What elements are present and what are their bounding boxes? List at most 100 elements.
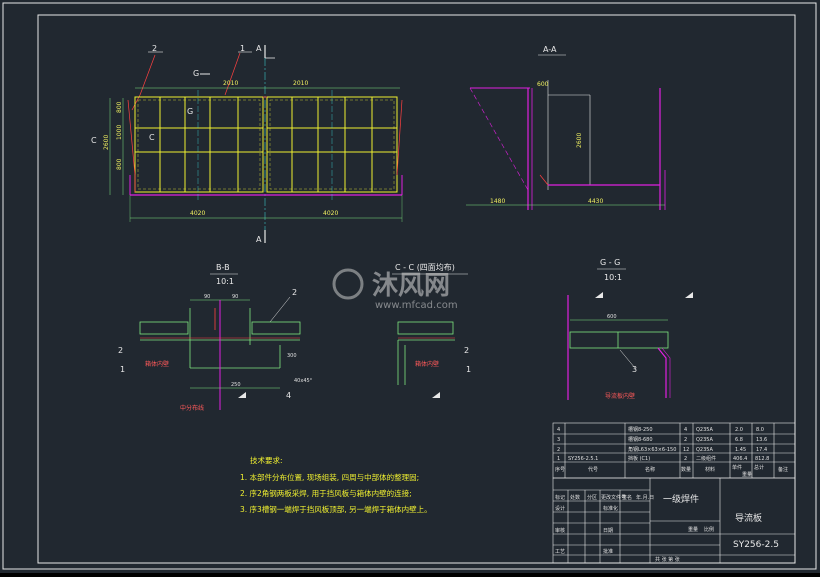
bom-row1-w2: 8.0: [756, 427, 764, 433]
dim-gg-600: 600: [607, 314, 617, 320]
tb-process: 工艺: [555, 549, 565, 555]
bom-row4-w1: 406.4: [733, 456, 747, 462]
cad-drawing: 2 1 A A G G C C 2010 2010 2600 800 1000 …: [2, 2, 817, 570]
bom-row2-mat: Q235A: [696, 437, 713, 443]
section-bb-scale: 10:1: [216, 277, 234, 286]
drawing-canvas: 2 1 A A G G C C 2010 2010 2600 800 1000 …: [0, 0, 820, 573]
bom-row3-w1: 1.45: [735, 447, 746, 453]
tb-drawing-no: SY256-2.5: [733, 540, 779, 550]
section-bb-view: B-B 10:1 90 90 2 300 40x45° 250 2 1 4 箱体…: [118, 263, 313, 412]
callout-part4-bb: 4: [286, 391, 291, 400]
callout-part1-main: 1: [240, 44, 245, 53]
callout-part1-cc: 1: [466, 365, 471, 374]
tb-zone: 分区: [587, 494, 597, 501]
title-block: 标记 处数 分区 更改文件号 签名 年.月.日 设计 标准化 审核 工艺 批准 …: [552, 477, 796, 564]
bom-header-note: 备注: [778, 466, 788, 473]
section-gg-scale: 10:1: [604, 273, 622, 282]
bom-row4-qty: 2: [684, 456, 687, 462]
callout-part2-cc: 2: [464, 346, 469, 355]
weld-symbol-icon: [238, 392, 246, 398]
bom-row4-no: 1: [557, 456, 560, 462]
bom-header-no: 序号: [555, 466, 565, 473]
bom-row3-qty: 12: [683, 447, 689, 453]
bom-row4-mat: 二级组件: [696, 455, 716, 462]
annotation-weld-box-2: 箱体内壁: [415, 360, 439, 368]
section-a-top-label: A: [256, 44, 262, 53]
callout-part2-main: 2: [152, 44, 157, 53]
bom-row2-qty: 2: [684, 437, 687, 443]
callout-part1-bb: 1: [120, 365, 125, 374]
tb-sheet: 共 张 第 张: [655, 556, 680, 563]
tech-req-title: 技术要求:: [250, 455, 283, 465]
annotation-weld-box: 箱体内壁: [145, 360, 169, 368]
dim-top-right: 2010: [293, 80, 308, 87]
tb-weight: 重量: [688, 526, 698, 533]
section-g-label: G: [193, 69, 199, 78]
section-aa-title: A-A: [543, 45, 557, 54]
section-gg-view: G - G 10:1 600 3 导流板内壁: [567, 258, 693, 400]
bom-header-code: 代号: [588, 466, 598, 473]
bom-row3-mat: Q235A: [696, 447, 713, 453]
callout-part2-bb: 2: [292, 288, 297, 297]
dim-aa-top: 600: [537, 81, 549, 88]
bom-row2-w2: 13.6: [756, 437, 767, 443]
watermark-brand: 沐风网: [372, 271, 450, 301]
dim-bb-300: 300: [287, 353, 297, 359]
bom-header-weight: 重量: [742, 471, 752, 478]
bom-row1-w1: 2.0: [735, 427, 743, 433]
dim-bb-chamfer: 40x45°: [294, 378, 313, 384]
tb-marking: 标记: [555, 494, 565, 501]
bom-row3-name: 角钢L63×63×6-150: [628, 446, 676, 453]
dim-h-seg1: 800: [116, 101, 123, 113]
tech-req-item-1: 1. 本部件分布位置, 现场组装, 四周与中部体的整理固;: [240, 472, 419, 482]
bom-row2-no: 3: [557, 437, 560, 443]
bom-table: 4 槽钢8-250 4 Q235A 2.0 8.0 3 槽钢8-680 2 Q2…: [552, 422, 796, 479]
bom-row2-name: 槽钢8-680: [628, 436, 653, 443]
tb-design: 设计: [555, 505, 565, 512]
tech-req-item-3: 3. 序3槽钢一端焊于挡风板顶部, 另一端焊于箱体内壁上。: [240, 504, 432, 514]
bom-row1-qty: 4: [684, 427, 687, 433]
bom-row2-w1: 6.8: [735, 437, 743, 443]
tb-date: 日期: [603, 528, 613, 534]
bom-row4-w2: 812.8: [755, 456, 769, 462]
dim-aa-height: 2600: [576, 133, 583, 148]
dim-top-left: 2010: [223, 80, 238, 87]
dim-bottom-left: 4020: [190, 210, 205, 217]
tb-std: 标准化: [603, 505, 618, 512]
tb-check: 审核: [555, 527, 565, 534]
tb-assembly-type: 一级焊件: [663, 493, 699, 505]
section-gg-title: G - G: [600, 258, 620, 267]
tb-part-name: 导流板: [735, 512, 762, 524]
section-g-label-2: G: [187, 107, 193, 116]
bom-header-total: 总计: [754, 464, 764, 471]
section-c-label-2: C: [149, 133, 155, 142]
annotation-center-pos: 中分布线: [180, 404, 204, 412]
section-c-label: C: [91, 136, 97, 145]
bom-row4-name: 挡板 (C1): [628, 455, 650, 462]
watermark: 沐风网 www.mfcad.com: [332, 268, 458, 311]
dim-h-seg3: 800: [116, 158, 123, 170]
bom-row3-no: 2: [557, 447, 560, 453]
bom-row4-code: SY256-2.5.1: [568, 456, 598, 462]
tb-approve: 批准: [603, 548, 613, 555]
bom-row1-no: 4: [557, 427, 560, 433]
tb-count: 处数: [570, 494, 580, 501]
bom-row1-name: 槽钢8-250: [628, 426, 653, 433]
callout-part3-gg: 3: [632, 365, 637, 374]
tech-req-item-2: 2. 序2角钢两板采焊, 用于挡风板与箱体内壁的连接;: [240, 488, 412, 498]
section-a-bottom-label: A: [256, 235, 262, 244]
weld-symbol-icon-gg2: [685, 292, 693, 298]
dim-bb-90b: 90: [232, 294, 238, 300]
bom-header-name: 名称: [645, 466, 655, 473]
bom-row1-mat: Q235A: [696, 427, 713, 433]
technical-requirements: 技术要求: 1. 本部件分布位置, 现场组装, 四周与中部体的整理固; 2. 序…: [240, 455, 432, 514]
dim-height-total: 2600: [103, 135, 110, 150]
weld-symbol-icon-gg1: [595, 292, 603, 298]
watermark-url: www.mfcad.com: [375, 300, 458, 311]
bom-row3-w2: 17.4: [756, 447, 767, 453]
dim-bb-250: 250: [231, 382, 241, 388]
bom-header-qty: 数量: [681, 466, 691, 473]
main-elevation-view: 2 1 A A G G C C 2010 2010 2600 800 1000 …: [91, 44, 403, 244]
dim-aa-right: 4430: [588, 198, 603, 205]
tb-sign: 签名: [622, 494, 632, 501]
